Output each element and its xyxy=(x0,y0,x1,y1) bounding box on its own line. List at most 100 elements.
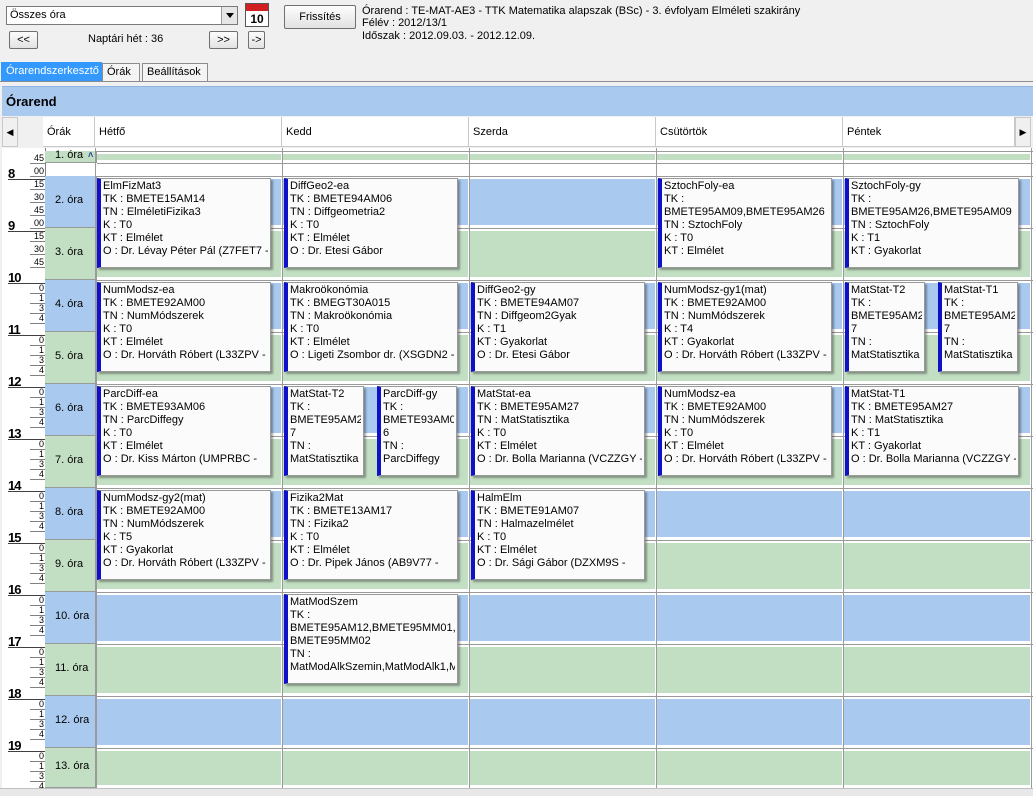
course-card-tue-4[interactable]: Fizika2Mat TK : BMETE13AM17 TN : Fizika2 K … xyxy=(284,490,458,580)
scroll-left-button[interactable]: ◀ xyxy=(2,117,18,147)
course-card-wed-4[interactable]: HalmElm TK : BMETE91AM07 TN : Halmazelméle… xyxy=(471,490,645,580)
minute-label: 30 xyxy=(33,244,44,254)
course-detail: TK : xyxy=(290,401,311,413)
course-detail: K : T5 xyxy=(103,531,133,543)
course-card-mon-3[interactable]: ParcDiff-ea TK : BMETE93AM06 TN : ParcDiff… xyxy=(97,386,271,476)
slot-cell[interactable] xyxy=(95,647,281,693)
course-card-fri-3[interactable]: MatStat-T1 TK : BMETE95AM27 TN : MatStatis… xyxy=(845,386,1019,476)
course-card-tue-2[interactable]: Makroökonómia TK : BMEGT30A015 TN : Makroö… xyxy=(284,282,458,372)
slot-cell[interactable] xyxy=(95,751,281,785)
slot-cell[interactable] xyxy=(282,751,468,785)
course-card-wed-3[interactable]: MatStat-ea TK : BMETE95AM27 TN : MatStatis… xyxy=(471,386,645,476)
course-detail: TN : xyxy=(290,440,311,452)
course-card-mon-1[interactable]: ElmFizMat3 TK : BMETE15AM14 TN : ElméletiF… xyxy=(97,178,271,268)
course-detail: TK : BMETE93AM06 xyxy=(103,401,206,413)
scroll-right-button[interactable]: ▶ xyxy=(1015,117,1031,147)
slot-cell[interactable] xyxy=(469,699,655,745)
course-card-thu-1[interactable]: SztochFoly-ea TK : BMETE95AM09,BMETE95AM26… xyxy=(658,178,832,268)
tab-settings[interactable]: Beállítások xyxy=(142,63,208,81)
minute-label: 4 xyxy=(38,677,44,687)
course-card-tue-3b[interactable]: ParcDiff-gy TK : BMETE93AM0 6 TN : ParcDiffeg… xyxy=(377,386,457,476)
refresh-button[interactable]: Frissítés xyxy=(284,5,356,29)
course-card-mon-4[interactable]: NumModsz-gy2(mat) TK : BMETE92AM00 TN : Nu… xyxy=(97,490,271,580)
timetable-info: Órarend : TE-MAT-AE3 - TTK Matematika al… xyxy=(362,5,801,17)
course-detail: KT : Gyakorlat xyxy=(477,336,548,348)
tab-lessons[interactable]: Órák xyxy=(102,63,140,81)
ora-row-label: 11. óra xyxy=(45,644,97,696)
course-card-fri-2b[interactable]: MatStat-T1 TK : BMETE95AM2 7 TN : MatStatiszt… xyxy=(938,282,1018,372)
course-title: DiffGeo2-gy xyxy=(477,284,536,296)
minute-label: 0 xyxy=(38,491,44,501)
course-card-mon-2[interactable]: NumModsz-ea TK : BMETE92AM00 TN : NumMódsz… xyxy=(97,282,271,372)
minute-label: 4 xyxy=(38,521,44,531)
course-detail: TN : xyxy=(944,336,965,348)
slot-cell[interactable] xyxy=(469,154,655,160)
course-detail: K : T0 xyxy=(103,427,133,439)
slot-cell[interactable] xyxy=(656,491,842,537)
scroll-up-icon[interactable]: ˄ xyxy=(88,150,93,160)
minute-label: 0 xyxy=(38,543,44,553)
slot-cell[interactable] xyxy=(656,543,842,589)
slot-cell[interactable] xyxy=(843,543,1030,589)
tab-timetable-editor[interactable]: Órarendszerkesztő xyxy=(1,62,102,82)
slot-cell[interactable] xyxy=(282,699,468,745)
minute-label: 4 xyxy=(38,365,44,375)
minute-label: 4 xyxy=(38,729,44,739)
course-card-thu-2[interactable]: NumModsz-gy1(mat) TK : BMETE92AM00 TN : Nu… xyxy=(658,282,832,372)
slot-cell[interactable] xyxy=(95,699,281,745)
grid-line xyxy=(97,163,1033,164)
course-detail: O : Dr. Bolla Marianna (VCZZGY - xyxy=(851,453,1016,465)
minute-label: 4 xyxy=(38,625,44,635)
slot-cell[interactable] xyxy=(656,154,842,160)
course-detail: KT : Elmélet xyxy=(290,544,350,556)
slot-cell[interactable] xyxy=(843,647,1030,693)
course-detail: KT : Elmélet xyxy=(477,440,537,452)
slot-cell[interactable] xyxy=(843,751,1030,785)
slot-cell[interactable] xyxy=(469,231,655,277)
slot-cell[interactable] xyxy=(95,595,281,641)
course-detail: K : T0 xyxy=(664,232,694,244)
minute-label: 45 xyxy=(33,153,44,163)
grid-line xyxy=(97,384,1033,385)
ora-row-label: 3. óra xyxy=(45,228,97,280)
course-detail: K : T1 xyxy=(851,232,881,244)
slot-cell[interactable] xyxy=(469,179,655,225)
slot-cell[interactable] xyxy=(843,699,1030,745)
slot-cell[interactable] xyxy=(656,647,842,693)
filter-select[interactable]: Összes óra xyxy=(6,6,238,25)
slot-cell[interactable] xyxy=(469,751,655,785)
calendar-icon[interactable]: 10 xyxy=(245,3,269,27)
course-card-wed-2[interactable]: DiffGeo2-gy TK : BMETE94AM07 TN : Diffgeom… xyxy=(471,282,645,372)
minute-label: 3 xyxy=(38,511,44,521)
course-detail: O : Dr. Bolla Marianna (VCZZGY - xyxy=(477,453,642,465)
slot-cell[interactable] xyxy=(843,491,1030,537)
slot-cell[interactable] xyxy=(469,647,655,693)
course-detail: BMETE95AM26,BMETE95AM09 xyxy=(851,206,1012,218)
minute-label: 4 xyxy=(38,781,44,788)
slot-cell[interactable] xyxy=(656,751,842,785)
slot-cell[interactable] xyxy=(843,154,1030,160)
course-card-tue-3a[interactable]: MatStat-T2 TK : BMETE95AM2 7 TN : MatStatiszt… xyxy=(284,386,364,476)
next-week-button[interactable]: >> xyxy=(209,31,238,49)
course-card-tue-1[interactable]: DiffGeo2-ea TK : BMETE94AM06 TN : Diffgeom… xyxy=(284,178,458,268)
course-card-tue-5[interactable]: MatModSzem TK : BMETE95AM12,BMETE95MM01, BM… xyxy=(284,594,458,684)
slot-cell[interactable] xyxy=(656,699,842,745)
course-card-thu-3[interactable]: NumModsz-ea TK : BMETE92AM00 TN : NumMódsz… xyxy=(658,386,832,476)
course-detail: 7 xyxy=(290,427,297,439)
chevron-down-icon[interactable] xyxy=(221,7,237,24)
grid-line xyxy=(97,644,1033,645)
slot-cell[interactable] xyxy=(656,595,842,641)
minute-label: 0 xyxy=(38,387,44,397)
jump-button[interactable]: -> xyxy=(248,31,265,49)
course-card-fri-1[interactable]: SztochFoly-gy TK : BMETE95AM26,BMETE95AM09… xyxy=(845,178,1019,268)
slot-cell[interactable] xyxy=(469,595,655,641)
slot-cell[interactable] xyxy=(95,154,281,160)
minute-tick xyxy=(30,635,45,636)
course-card-fri-2a[interactable]: MatStat-T2 TK : BMETE95AM2 7 TN : MatStatiszt… xyxy=(845,282,925,372)
prev-week-button[interactable]: << xyxy=(9,31,38,49)
slot-cell[interactable] xyxy=(282,154,468,160)
slot-cell[interactable] xyxy=(843,595,1030,641)
minute-label: 15 xyxy=(33,231,44,241)
minute-tick xyxy=(30,215,45,216)
minute-tick xyxy=(30,323,45,324)
